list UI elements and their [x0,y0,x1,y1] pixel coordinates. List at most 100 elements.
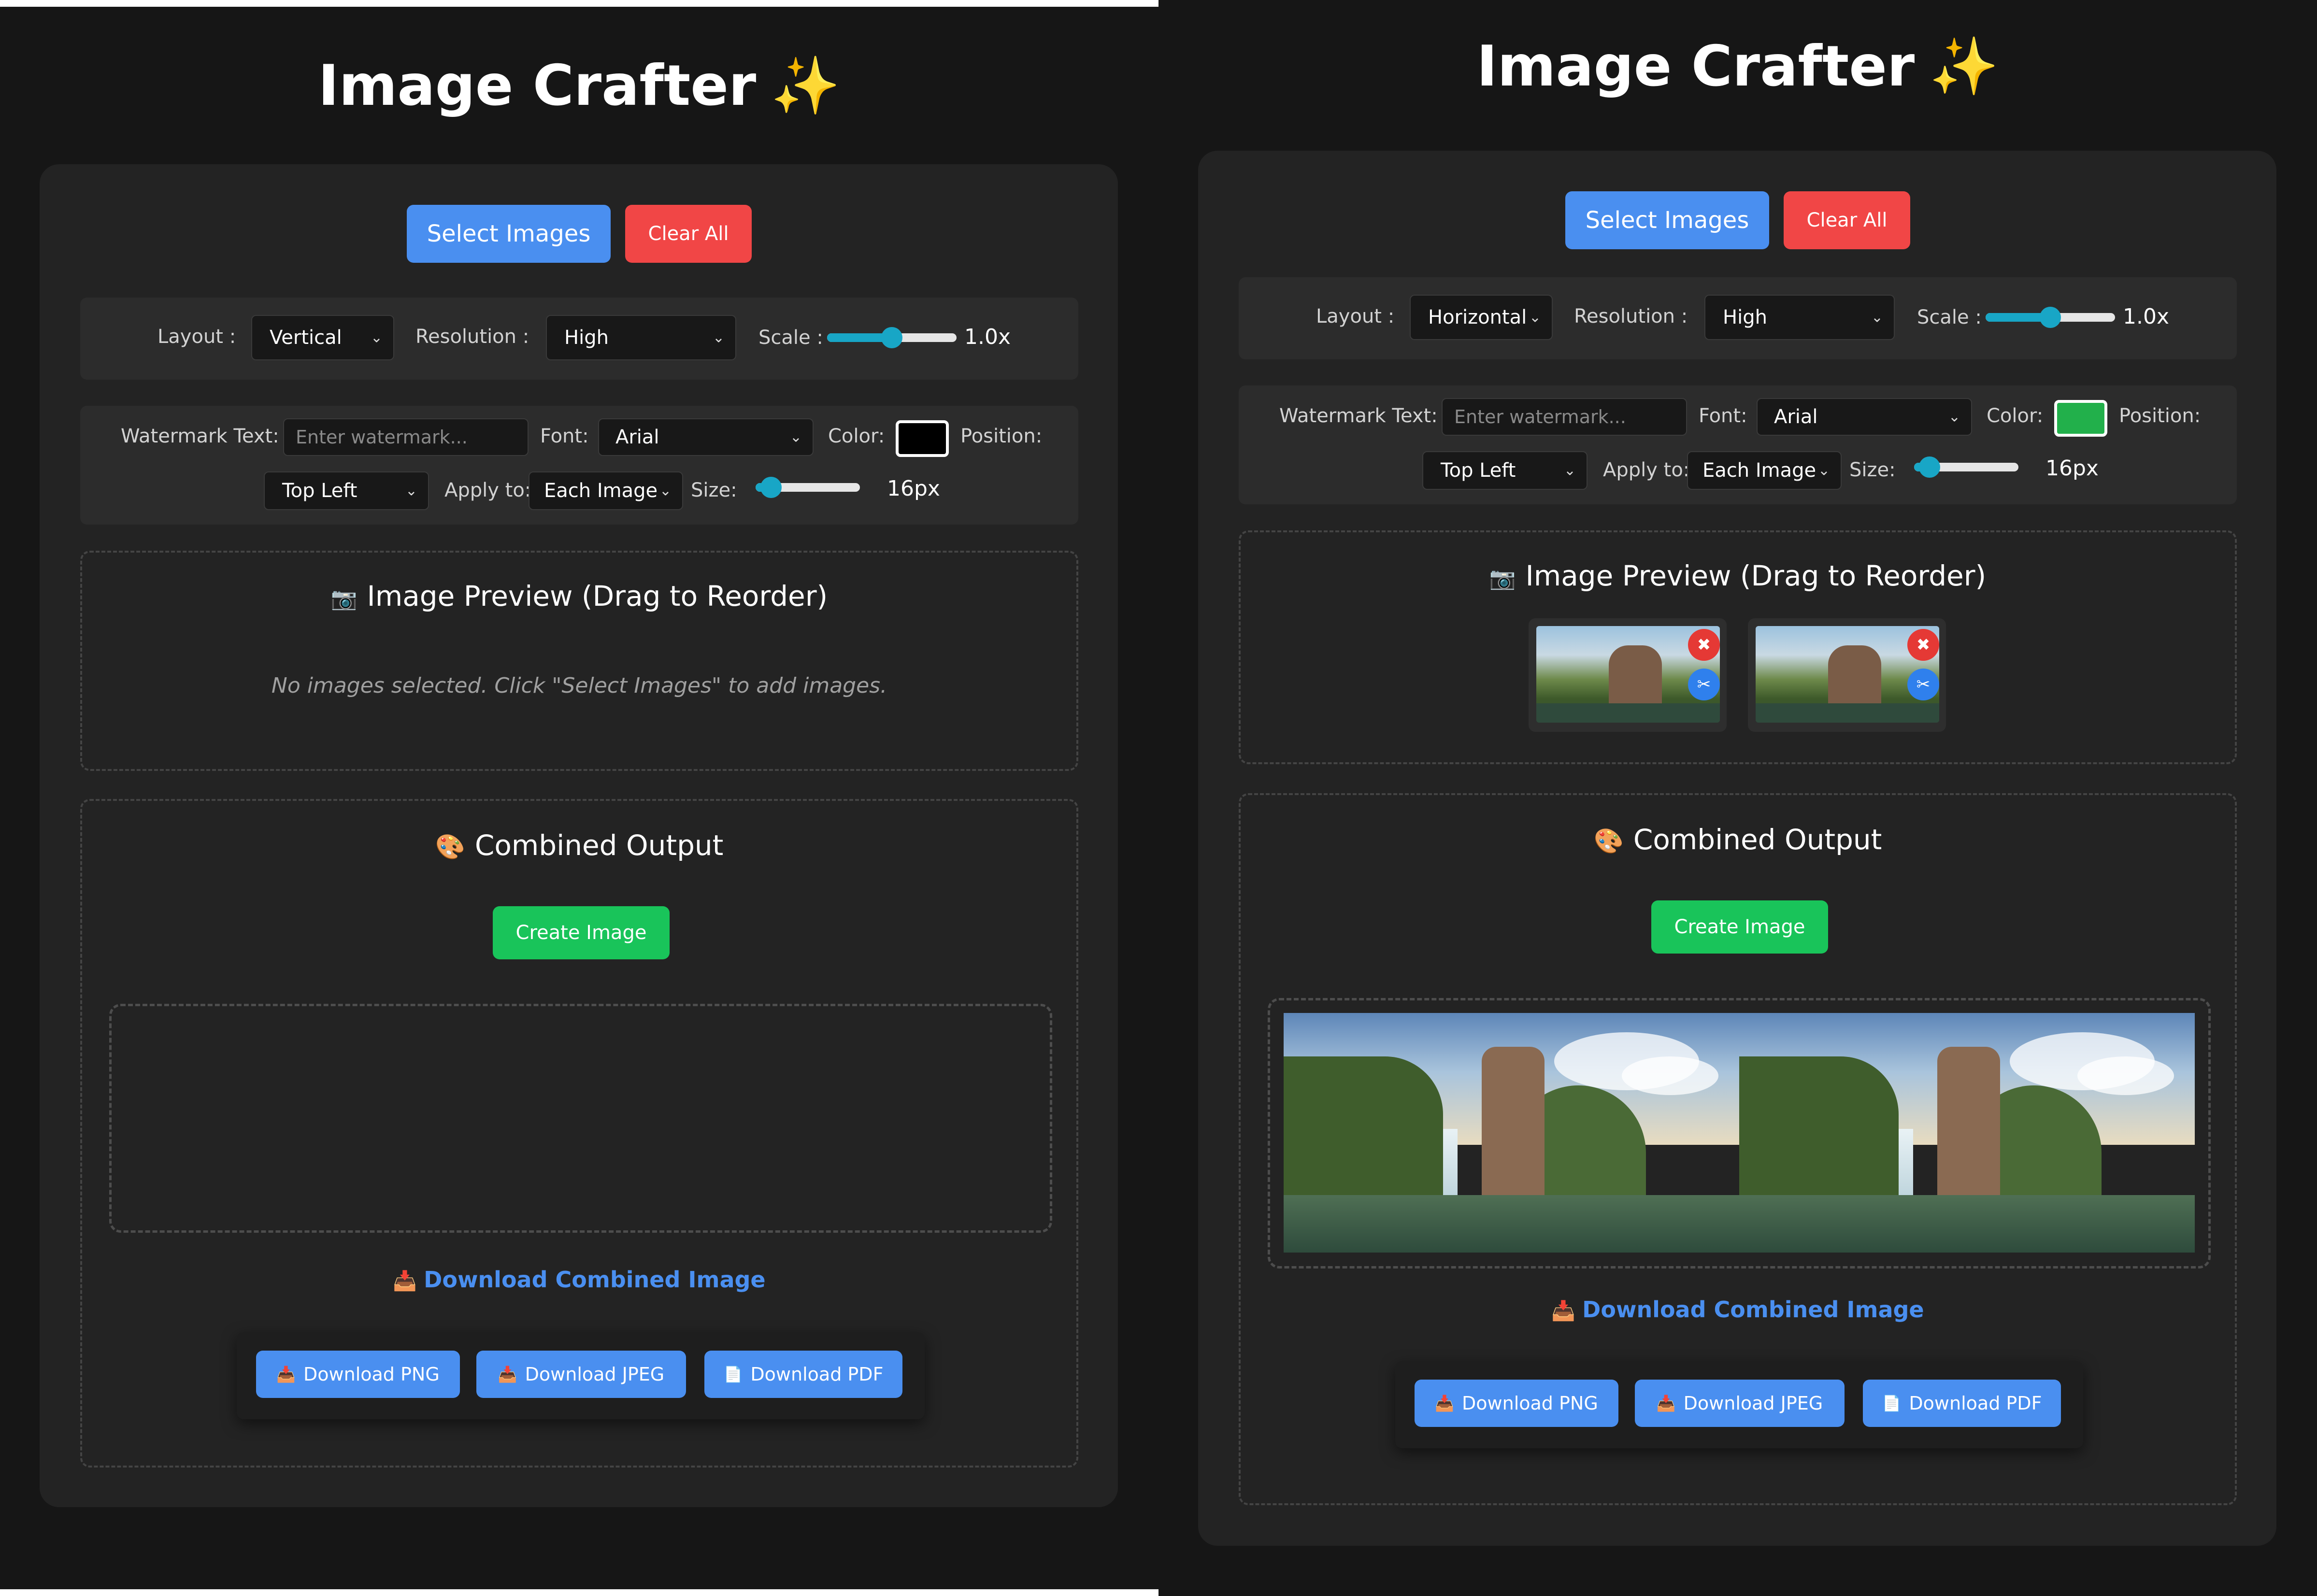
size-label: Size: [1849,459,1896,481]
resolution-select[interactable]: High ⌄ [546,315,736,360]
position-select[interactable]: Top Left ⌄ [264,471,429,510]
create-image-button[interactable]: Create Image [1651,900,1828,954]
left-app-window: Image Crafter ✨ Select Images Clear All L… [0,0,1158,1589]
scale-label: Scale : [758,327,823,349]
scale-slider[interactable] [1986,307,2115,328]
watermark-bar: Watermark Text: Enter watermark... Font:… [80,406,1078,525]
watermark-size-slider[interactable] [756,477,860,498]
position-label: Position: [960,425,1043,447]
sparkle-icon: ✨ [1929,34,1999,99]
combined-output-title: 🎨 Combined Output [82,829,1076,862]
download-png-label: Download PNG [303,1364,440,1385]
resolution-select[interactable]: High ⌄ [1704,295,1895,340]
layout-select[interactable]: Horizontal ⌄ [1410,295,1553,340]
app-title: Image Crafter ✨ [1158,34,2317,100]
chevron-down-icon: ⌄ [1948,408,1960,426]
font-select-value: Arial [615,426,659,448]
main-card: Select Images Clear All Layout : Horizon… [1198,151,2276,1546]
download-heading-text: Download Combined Image [424,1267,766,1293]
watermark-color-picker[interactable] [2054,400,2107,437]
scale-label: Scale : [1917,306,1982,328]
select-images-button[interactable]: Select Images [407,205,611,263]
image-preview-area[interactable]: 📷 Image Preview (Drag to Reorder) ✖ ✂ ✖ ✂ [1239,530,2237,764]
color-label: Color: [1987,405,2044,427]
resolution-select-value: High [564,327,609,349]
remove-image-icon[interactable]: ✖ [1907,629,1939,661]
preview-title: 📷 Image Preview (Drag to Reorder) [1241,559,2235,592]
palette-icon: 🎨 [1593,827,1624,855]
download-pdf-label: Download PDF [750,1364,884,1385]
apply-to-select[interactable]: Each Image ⌄ [529,471,683,510]
scale-slider[interactable] [827,327,957,348]
download-button-group: 📥 Download PNG 📥 Download JPEG 📄 Download P… [237,1332,925,1419]
download-png-button[interactable]: 📥 Download PNG [256,1351,460,1398]
app-title: Image Crafter ✨ [0,53,1158,119]
preview-thumbnail[interactable]: ✖ ✂ [1529,618,1727,732]
palette-icon: 🎨 [435,833,465,861]
watermark-text-input[interactable]: Enter watermark... [1442,398,1687,436]
size-slider-thumb[interactable] [760,477,782,498]
watermark-text-input[interactable]: Enter watermark... [283,418,529,456]
chevron-down-icon: ⌄ [789,428,802,446]
size-slider-thumb[interactable] [1919,456,1941,478]
download-jpeg-button[interactable]: 📥 Download JPEG [476,1351,686,1398]
layout-select-value: Vertical [270,327,342,349]
position-label: Position: [2119,405,2201,427]
download-icon: 📥 [1656,1394,1676,1412]
combined-output-section: 🎨 Combined Output Create Image 📥 Downloa… [1239,793,2237,1505]
watermark-size-slider[interactable] [1914,456,2018,478]
watermark-text-placeholder: Enter watermark... [296,427,468,448]
download-icon: 📥 [498,1365,517,1383]
font-label: Font: [540,425,589,447]
layout-label: Layout : [157,326,236,348]
chevron-down-icon: ⌄ [659,482,672,499]
preview-title-text: Image Preview (Drag to Reorder) [367,580,828,613]
font-select[interactable]: Arial ⌄ [1757,398,1972,436]
watermark-text-label: Watermark Text: [121,425,279,447]
scale-slider-thumb[interactable] [881,327,902,348]
layout-select[interactable]: Vertical ⌄ [251,315,394,360]
download-jpeg-button[interactable]: 📥 Download JPEG [1635,1380,1845,1427]
combined-output-title-text: Combined Output [1633,823,1882,856]
resolution-label: Resolution : [1574,305,1688,328]
download-png-button[interactable]: 📥 Download PNG [1415,1380,1618,1427]
empty-preview-message: No images selected. Click "Select Images… [271,673,887,698]
image-preview-area[interactable]: 📷 Image Preview (Drag to Reorder) No imag… [80,551,1078,771]
select-images-button[interactable]: Select Images [1565,191,1769,249]
settings-bar: Layout : Vertical ⌄ Resolution : High ⌄ … [80,298,1078,380]
download-pdf-button[interactable]: 📄 Download PDF [704,1351,902,1398]
download-heading: 📥 Download Combined Image [82,1267,1076,1293]
chevron-down-icon: ⌄ [1563,462,1576,479]
scale-value: 1.0x [964,325,1011,349]
preview-thumbnail[interactable]: ✖ ✂ [1748,618,1946,732]
watermark-bar: Watermark Text: Enter watermark... Font:… [1239,385,2237,504]
crop-image-icon[interactable]: ✂ [1688,669,1720,700]
download-heading: 📥 Download Combined Image [1241,1297,2235,1323]
watermark-text-placeholder: Enter watermark... [1454,406,1626,428]
font-select[interactable]: Arial ⌄ [598,418,814,456]
watermark-color-picker[interactable] [896,420,949,457]
clear-all-button[interactable]: Clear All [1784,191,1910,249]
right-app-window: Image Crafter ✨ Select Images Clear All L… [1158,0,2317,1596]
chevron-down-icon: ⌄ [1871,309,1883,326]
download-icon: 📥 [1551,1300,1576,1322]
download-icon: 📥 [1435,1394,1455,1412]
combined-output-section: 🎨 Combined Output Create Image 📥 Download … [80,799,1078,1468]
combined-output-title-text: Combined Output [474,829,724,862]
chevron-down-icon: ⌄ [1529,309,1541,326]
download-png-label: Download PNG [1462,1393,1598,1414]
apply-to-select[interactable]: Each Image ⌄ [1687,451,1842,490]
download-pdf-button[interactable]: 📄 Download PDF [1863,1380,2061,1427]
position-select[interactable]: Top Left ⌄ [1422,451,1588,490]
clear-all-button[interactable]: Clear All [625,205,752,263]
crop-image-icon[interactable]: ✂ [1907,669,1939,700]
preview-title-text: Image Preview (Drag to Reorder) [1525,559,1987,592]
output-canvas [109,1004,1052,1233]
combined-image [1284,1013,2195,1253]
create-image-button[interactable]: Create Image [493,906,670,959]
download-jpeg-label: Download JPEG [525,1364,665,1385]
resolution-select-value: High [1723,306,1767,328]
scale-slider-thumb[interactable] [2040,307,2061,328]
remove-image-icon[interactable]: ✖ [1688,629,1720,661]
layout-select-value: Horizontal [1428,306,1527,328]
